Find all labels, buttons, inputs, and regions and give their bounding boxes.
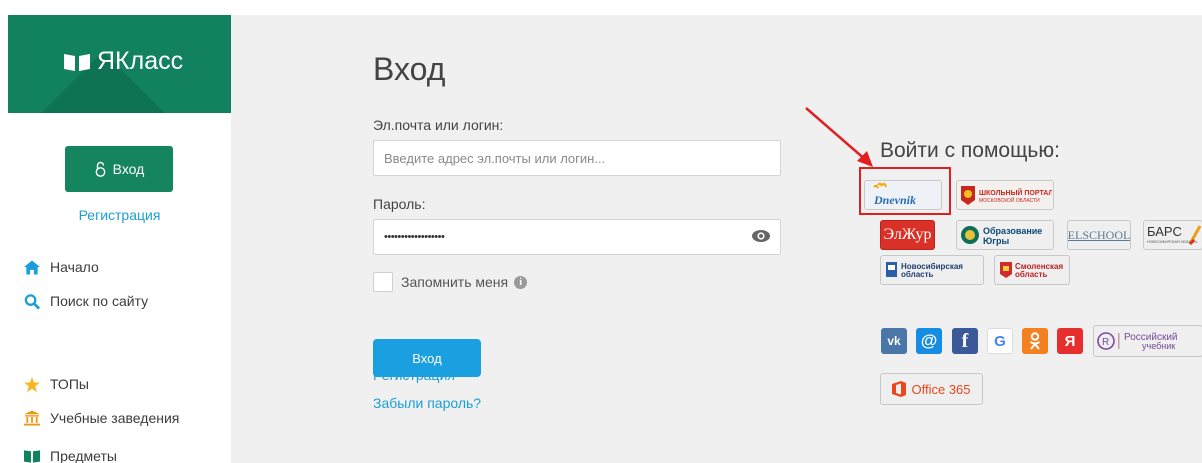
- provider-smolensk[interactable]: Смоленская область: [994, 255, 1070, 285]
- sidebar-item-label: Поиск по сайту: [50, 293, 149, 309]
- login-with-title: Войти с помощью:: [880, 139, 1060, 162]
- svg-text:R: R: [1102, 337, 1109, 348]
- sidebar-item-label: ТОПы: [50, 376, 89, 392]
- provider-office365[interactable]: Office 365: [880, 373, 983, 405]
- school-building-icon: [24, 410, 40, 426]
- provider-elschool[interactable]: ELSCHOOL: [1067, 220, 1131, 250]
- logo-text: ЯКласс: [97, 47, 184, 75]
- svg-text:Югры: Югры: [983, 236, 1010, 246]
- bars-logo-icon: БАРС НОВОСИБИРСКАЯ ОБЛАСТЬ: [1147, 224, 1202, 246]
- provider-vk[interactable]: vk: [881, 328, 907, 354]
- smolensk-logo-icon: Смоленская область: [1000, 262, 1063, 279]
- provider-facebook[interactable]: f: [952, 328, 978, 354]
- sidebar-item-schools[interactable]: Учебные заведения: [24, 410, 179, 426]
- office-label: Office 365: [911, 381, 971, 397]
- sidebar-item-label: Начало: [50, 259, 99, 275]
- novosibirsk-logo-icon: Новосибирская область: [886, 262, 963, 279]
- star-icon: [24, 376, 40, 392]
- provider-bars[interactable]: БАРС НОВОСИБИРСКАЯ ОБЛАСТЬ: [1143, 220, 1202, 250]
- sidebar: ЯКласс Вход Регистрация Начало Поиск по …: [8, 15, 231, 463]
- login-label: Эл.почта или логин:: [373, 117, 504, 133]
- search-icon: [24, 293, 40, 310]
- mailru-icon: @: [920, 331, 938, 350]
- elschool-label: ELSCHOOL: [1067, 227, 1131, 242]
- google-icon: G: [994, 332, 1006, 350]
- svg-text:область: область: [1015, 270, 1048, 279]
- main-content: Вход Эл.почта или логин: Пароль: •••••••…: [231, 15, 1202, 463]
- home-icon: [24, 259, 40, 275]
- facebook-icon: f: [961, 329, 969, 352]
- sidebar-register-link[interactable]: Регистрация: [8, 207, 231, 223]
- sidebar-item-subjects[interactable]: Предметы: [24, 448, 117, 463]
- provider-ugra[interactable]: Образование Югры: [956, 220, 1054, 250]
- login-input[interactable]: [373, 140, 781, 176]
- password-label: Пароль:: [373, 196, 426, 212]
- sidebar-item-label: Предметы: [50, 448, 117, 463]
- highlight-box-annotation: [859, 167, 951, 215]
- register-link[interactable]: Регистрация: [373, 367, 455, 383]
- sidebar-login-label: Вход: [112, 161, 145, 177]
- sidebar-item-home[interactable]: Начало: [24, 259, 99, 275]
- show-password-eye-icon[interactable]: [751, 226, 771, 246]
- provider-school-portal[interactable]: ШКОЛЬНЫЙ ПОРТАЛ МОСКОВСКОЙ ОБЛАСТИ: [956, 180, 1054, 210]
- forgot-password-link[interactable]: Забыли пароль?: [373, 395, 481, 411]
- book-logo-icon: [64, 53, 90, 71]
- sidebar-item-label: Учебные заведения: [50, 410, 180, 426]
- info-icon[interactable]: i: [514, 275, 528, 289]
- provider-russian-textbook[interactable]: R Российский учебник: [1093, 325, 1202, 357]
- vk-icon: vk: [887, 334, 901, 348]
- svg-text:БАРС: БАРС: [1147, 224, 1182, 239]
- eljur-label: ЭлЖур: [883, 226, 932, 243]
- password-input[interactable]: ••••••••••••••••••: [373, 219, 781, 255]
- svg-text:область: область: [901, 270, 934, 279]
- page: ЯКласс Вход Регистрация Начало Поиск по …: [0, 0, 1202, 463]
- logo-block[interactable]: ЯКласс: [8, 15, 231, 113]
- provider-odnoklassniki[interactable]: [1022, 328, 1048, 354]
- provider-eljur[interactable]: ЭлЖур: [880, 220, 935, 250]
- ugra-logo-icon: Образование Югры: [961, 226, 1042, 246]
- remember-me-row: Запомнить меня i: [401, 274, 528, 290]
- page-title: Вход: [373, 51, 446, 87]
- provider-yandex[interactable]: Я: [1057, 328, 1083, 354]
- svg-text:ШКОЛЬНЫЙ ПОРТАЛ: ШКОЛЬНЫЙ ПОРТАЛ: [979, 188, 1052, 197]
- provider-novosibirsk[interactable]: Новосибирская область: [880, 255, 984, 285]
- lock-open-icon: [95, 161, 106, 177]
- school-portal-logo-icon: ШКОЛЬНЫЙ ПОРТАЛ МОСКОВСКОЙ ОБЛАСТИ: [961, 186, 1052, 205]
- sidebar-item-tops[interactable]: ТОПы: [24, 376, 89, 392]
- sidebar-login-button[interactable]: Вход: [65, 146, 173, 192]
- sidebar-item-search[interactable]: Поиск по сайту: [24, 293, 149, 310]
- svg-text:Образование: Образование: [983, 226, 1042, 236]
- remember-me-checkbox[interactable]: [373, 272, 393, 292]
- remember-me-label: Запомнить меня: [401, 274, 509, 290]
- russian-textbook-logo-icon: R Российский учебник: [1097, 332, 1178, 351]
- office-icon: [892, 381, 907, 397]
- red-arrow-annotation: [805, 107, 873, 167]
- provider-mailru[interactable]: @: [916, 328, 942, 354]
- svg-text:МОСКОВСКОЙ ОБЛАСТИ: МОСКОВСКОЙ ОБЛАСТИ: [979, 196, 1040, 204]
- yandex-icon: Я: [1064, 332, 1076, 350]
- odnoklassniki-icon: [1029, 332, 1041, 350]
- logo: ЯКласс: [63, 47, 183, 76]
- book-icon: [24, 448, 40, 463]
- provider-google[interactable]: G: [987, 328, 1013, 354]
- svg-text:учебник: учебник: [1142, 341, 1175, 351]
